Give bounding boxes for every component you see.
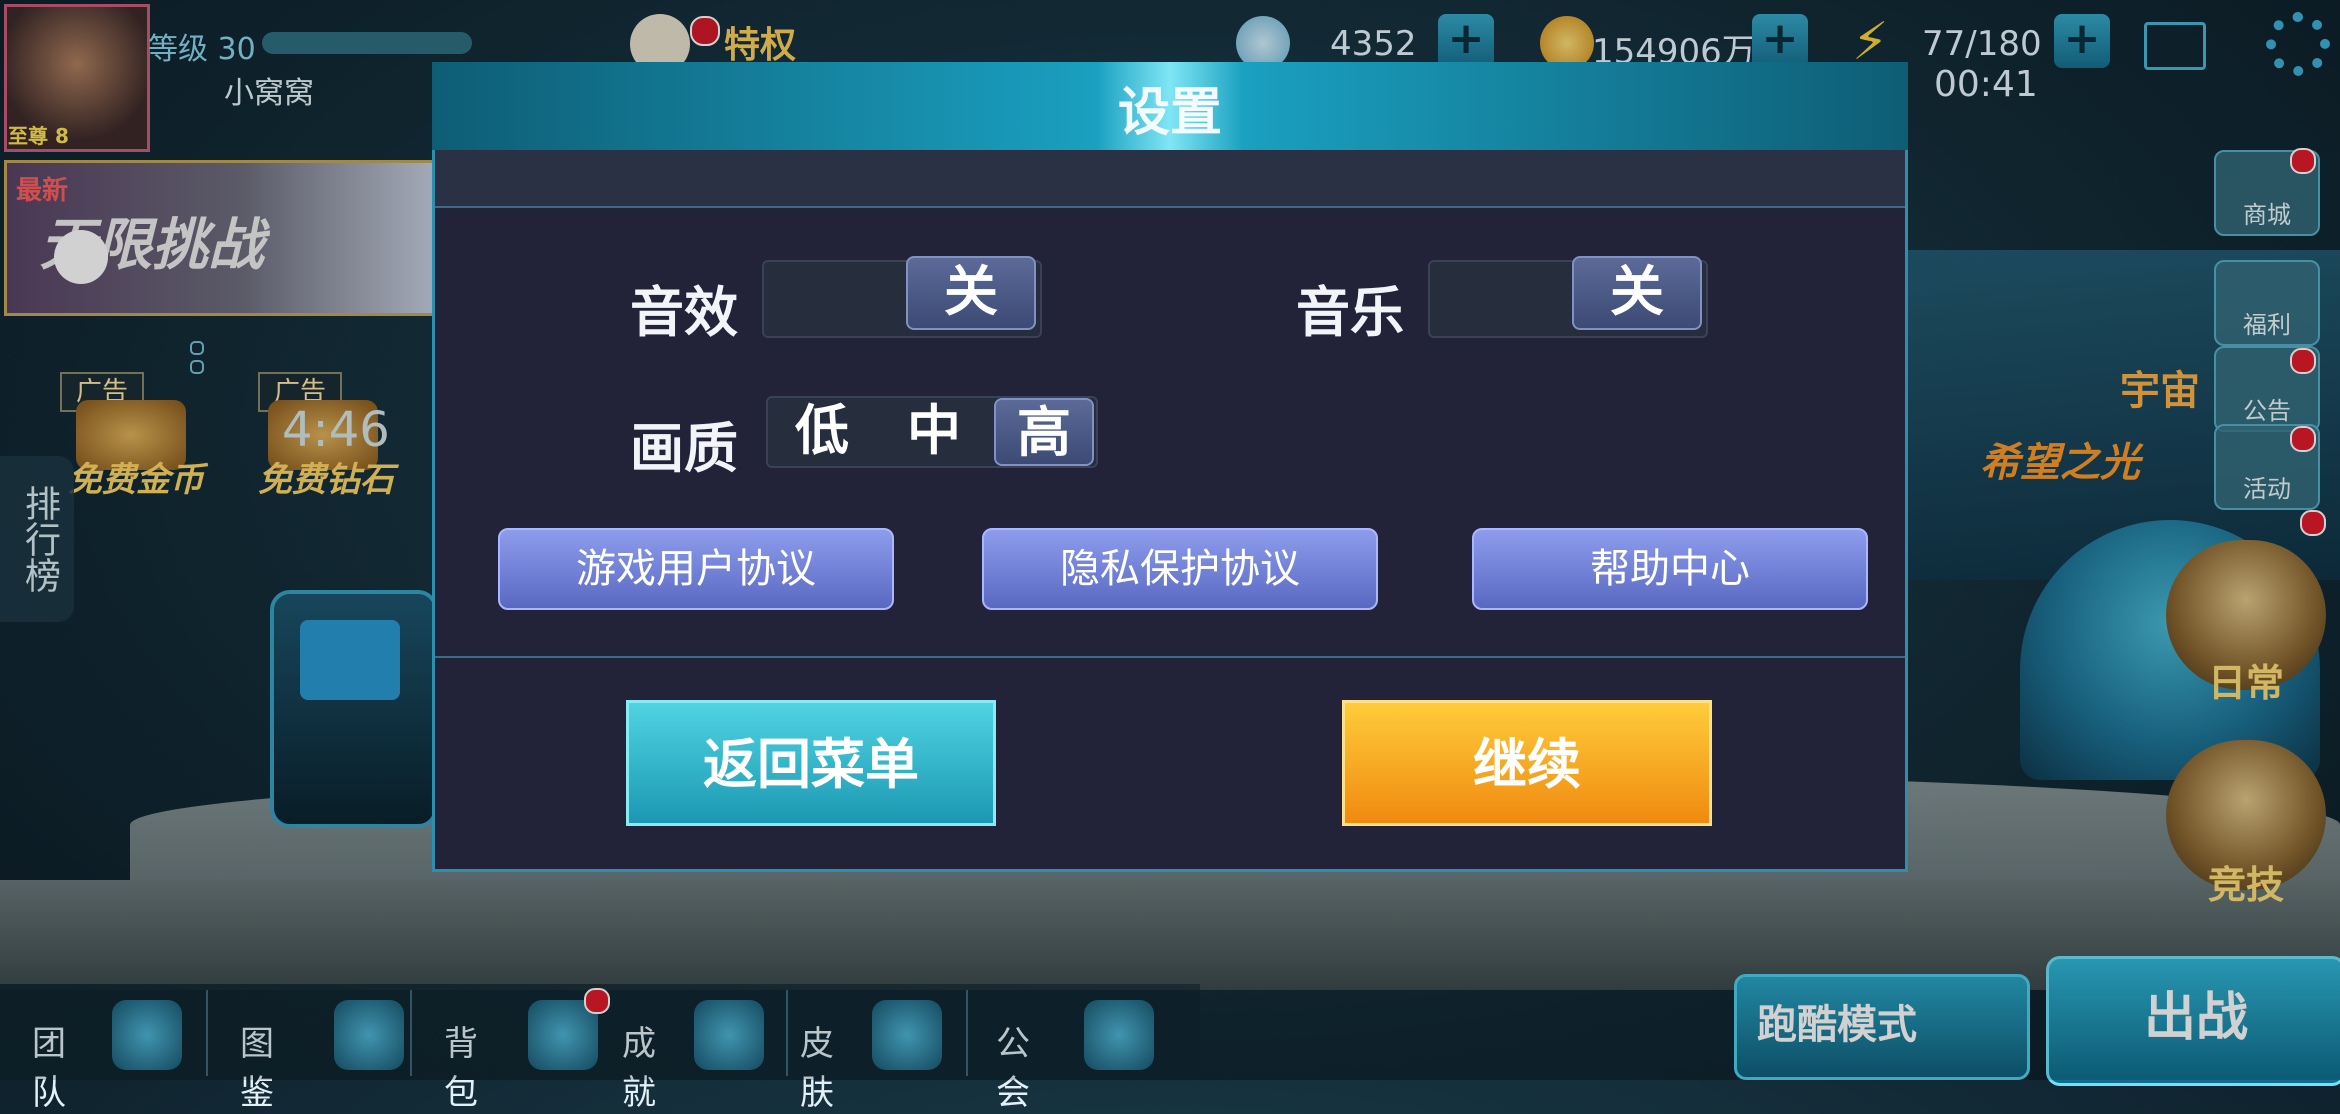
quality-option-low[interactable]: 低: [772, 398, 872, 466]
sound-effects-toggle-knob[interactable]: 关: [906, 256, 1036, 330]
settings-title: 设置: [1117, 83, 1222, 143]
quality-option-high[interactable]: 高: [994, 398, 1094, 466]
help-center-button[interactable]: 帮助中心: [1472, 528, 1868, 610]
dialog-divider: [435, 656, 1905, 658]
settings-subheader-band: [435, 150, 1905, 208]
user-agreement-button[interactable]: 游戏用户协议: [498, 528, 894, 610]
graphics-quality-label: 画质: [630, 417, 738, 480]
continue-button[interactable]: 继续: [1342, 700, 1712, 826]
privacy-policy-button[interactable]: 隐私保护协议: [982, 528, 1378, 610]
back-to-menu-button[interactable]: 返回菜单: [626, 700, 996, 826]
sound-effects-label: 音效: [630, 281, 738, 344]
music-label: 音乐: [1296, 281, 1404, 344]
music-toggle-knob[interactable]: 关: [1572, 256, 1702, 330]
quality-option-medium[interactable]: 中: [884, 398, 984, 466]
